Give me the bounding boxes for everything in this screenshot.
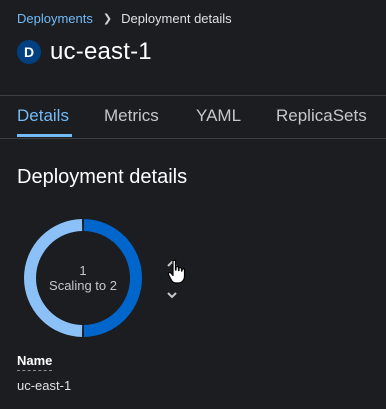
hand-pointer-icon	[167, 259, 186, 284]
tab-yaml[interactable]: YAML	[196, 106, 241, 126]
tab-details[interactable]: Details	[17, 106, 69, 126]
breadcrumb-current: Deployment details	[121, 10, 232, 26]
chevron-right-icon: ❯	[102, 12, 113, 25]
tab-bar: Details Metrics YAML ReplicaSets	[0, 95, 386, 139]
tab-metrics[interactable]: Metrics	[104, 106, 159, 126]
active-tab-indicator	[17, 134, 72, 137]
pod-status: Scaling to 2	[49, 278, 117, 293]
breadcrumb: Deployments ❯ Deployment details	[17, 10, 232, 26]
scale-controls	[160, 256, 186, 306]
pod-ring-label: 1 Scaling to 2	[22, 217, 144, 339]
tab-replicasets[interactable]: ReplicaSets	[276, 106, 367, 126]
page-title: uc-east-1	[50, 38, 152, 65]
name-field-value: uc-east-1	[17, 378, 72, 393]
pod-ring: 1 Scaling to 2	[22, 217, 144, 339]
section-heading: Deployment details	[17, 166, 188, 188]
pod-count: 1	[79, 263, 87, 278]
name-field-label: Name	[17, 353, 53, 371]
page-header: D uc-east-1	[17, 38, 152, 66]
deployment-details-page: Deployments ❯ Deployment details D uc-ea…	[0, 0, 386, 409]
chevron-down-icon[interactable]	[164, 289, 180, 301]
breadcrumb-deployments-link[interactable]: Deployments	[17, 11, 93, 26]
resource-kind-badge: D	[17, 40, 41, 64]
